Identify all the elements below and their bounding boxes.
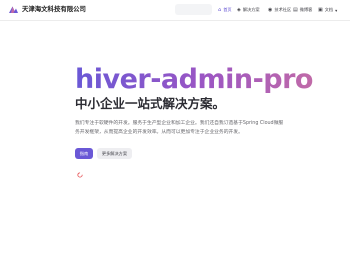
nav-item-label: 微博客 (299, 7, 313, 12)
more-solutions-button[interactable]: 更多解决方案 (97, 148, 132, 159)
nav-item-microblog[interactable]: ▤ 微博客 (293, 4, 312, 16)
docs-icon: ▣ (318, 6, 323, 13)
nav-item-docs[interactable]: ▣ 文档 ▾ (318, 4, 337, 16)
nav-item-label: 文档 (324, 7, 334, 12)
hero-description: 我们专注于软硬件的开发。服务于生产型企业和加工企业。我们还自我订造基于Sprin… (75, 121, 284, 135)
hero-title: hiver-admin-pro (75, 64, 313, 95)
solution-icon: ◈ (237, 6, 241, 13)
chevron-down-icon: ▾ (335, 7, 338, 13)
nav-item-label: 解决方案 (242, 7, 260, 12)
search-box[interactable] (175, 4, 212, 15)
top-navbar: 天津海文科技有限公司 ⌂ 首页 ◈ 解决方案 ◉ 技术社区 ▤ 微博客 ▣ 文档… (0, 0, 350, 21)
nav-item-solutions[interactable]: ◈ 解决方案 (237, 4, 260, 16)
nav-item-label: 技术社区 (274, 7, 292, 12)
community-icon: ◉ (268, 6, 273, 13)
hero-subtitle: 中小企业一站式解决方案。 (75, 96, 226, 111)
brand-name[interactable]: 天津海文科技有限公司 (22, 4, 86, 13)
logo-icon[interactable] (8, 5, 19, 15)
blog-icon: ▤ (293, 6, 298, 13)
guide-button[interactable]: 指南 (75, 148, 93, 159)
nav-item-home[interactable]: ⌂ 首页 (218, 4, 232, 16)
loading-spinner-icon (77, 172, 83, 178)
home-icon: ⌂ (218, 6, 222, 13)
nav-item-label: 首页 (223, 7, 232, 12)
nav-item-community[interactable]: ◉ 技术社区 (268, 4, 291, 16)
